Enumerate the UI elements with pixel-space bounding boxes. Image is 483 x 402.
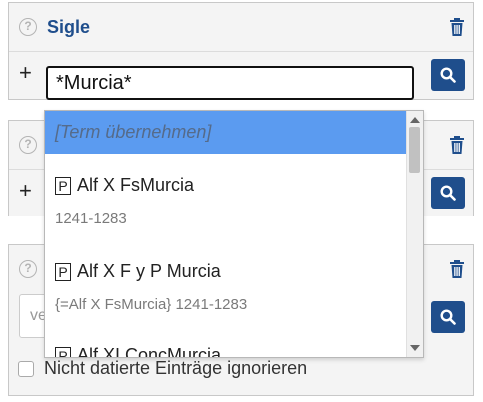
autocomplete-dropdown: [Term übernehmen] P Alf X FsMurcia 1241-… (44, 110, 424, 358)
ignore-undated-label: Nicht datierte Einträge ignorieren (44, 358, 308, 378)
trash-icon[interactable] (449, 17, 465, 37)
search-button[interactable] (431, 301, 465, 333)
dropdown-item-label: Alf XI ConcMurcia (77, 345, 222, 358)
search-icon (440, 309, 456, 325)
search-input[interactable] (46, 66, 414, 100)
scrollbar-thumb[interactable] (409, 127, 420, 173)
scroll-down-icon[interactable] (410, 345, 420, 351)
help-icon[interactable]: ? (19, 136, 37, 154)
dropdown-item[interactable]: P Alf X F y P Murcia {=Alf X FsMurcia} 1… (45, 261, 407, 313)
scroll-up-icon[interactable] (410, 117, 420, 123)
search-button[interactable] (431, 59, 465, 91)
p-badge-icon: P (55, 262, 71, 281)
panel-header: ? Sigle (9, 3, 473, 51)
dropdown-item-label: Alf X FsMurcia (77, 175, 195, 195)
plus-icon[interactable]: + (19, 179, 32, 203)
help-icon[interactable]: ? (19, 18, 37, 36)
search-icon (440, 67, 456, 83)
search-icon (440, 185, 456, 201)
trash-icon[interactable] (449, 135, 465, 155)
dropdown-scrollbar[interactable] (406, 111, 423, 357)
panel-title: Sigle (47, 17, 91, 37)
dropdown-item-sub: {=Alf X FsMurcia} 1241-1283 (55, 296, 248, 313)
trash-icon[interactable] (449, 259, 465, 279)
dropdown-item[interactable]: P Alf X FsMurcia 1241-1283 (45, 175, 407, 227)
dropdown-item-take-term[interactable]: [Term übernehmen] (45, 111, 407, 154)
p-badge-icon: P (55, 176, 71, 195)
p-badge-icon: P (55, 346, 71, 357)
dropdown-item-sub: 1241-1283 (55, 210, 127, 227)
dropdown-item-label: Alf X F y P Murcia (77, 261, 221, 281)
ignore-undated-checkbox[interactable] (18, 360, 34, 377)
search-button[interactable] (431, 177, 465, 209)
ignore-undated-row: Nicht datierte Einträge ignorieren (18, 358, 307, 379)
plus-icon[interactable]: + (19, 61, 32, 85)
help-icon[interactable]: ? (19, 260, 37, 278)
dropdown-item[interactable]: P Alf XI ConcMurcia (45, 345, 407, 358)
